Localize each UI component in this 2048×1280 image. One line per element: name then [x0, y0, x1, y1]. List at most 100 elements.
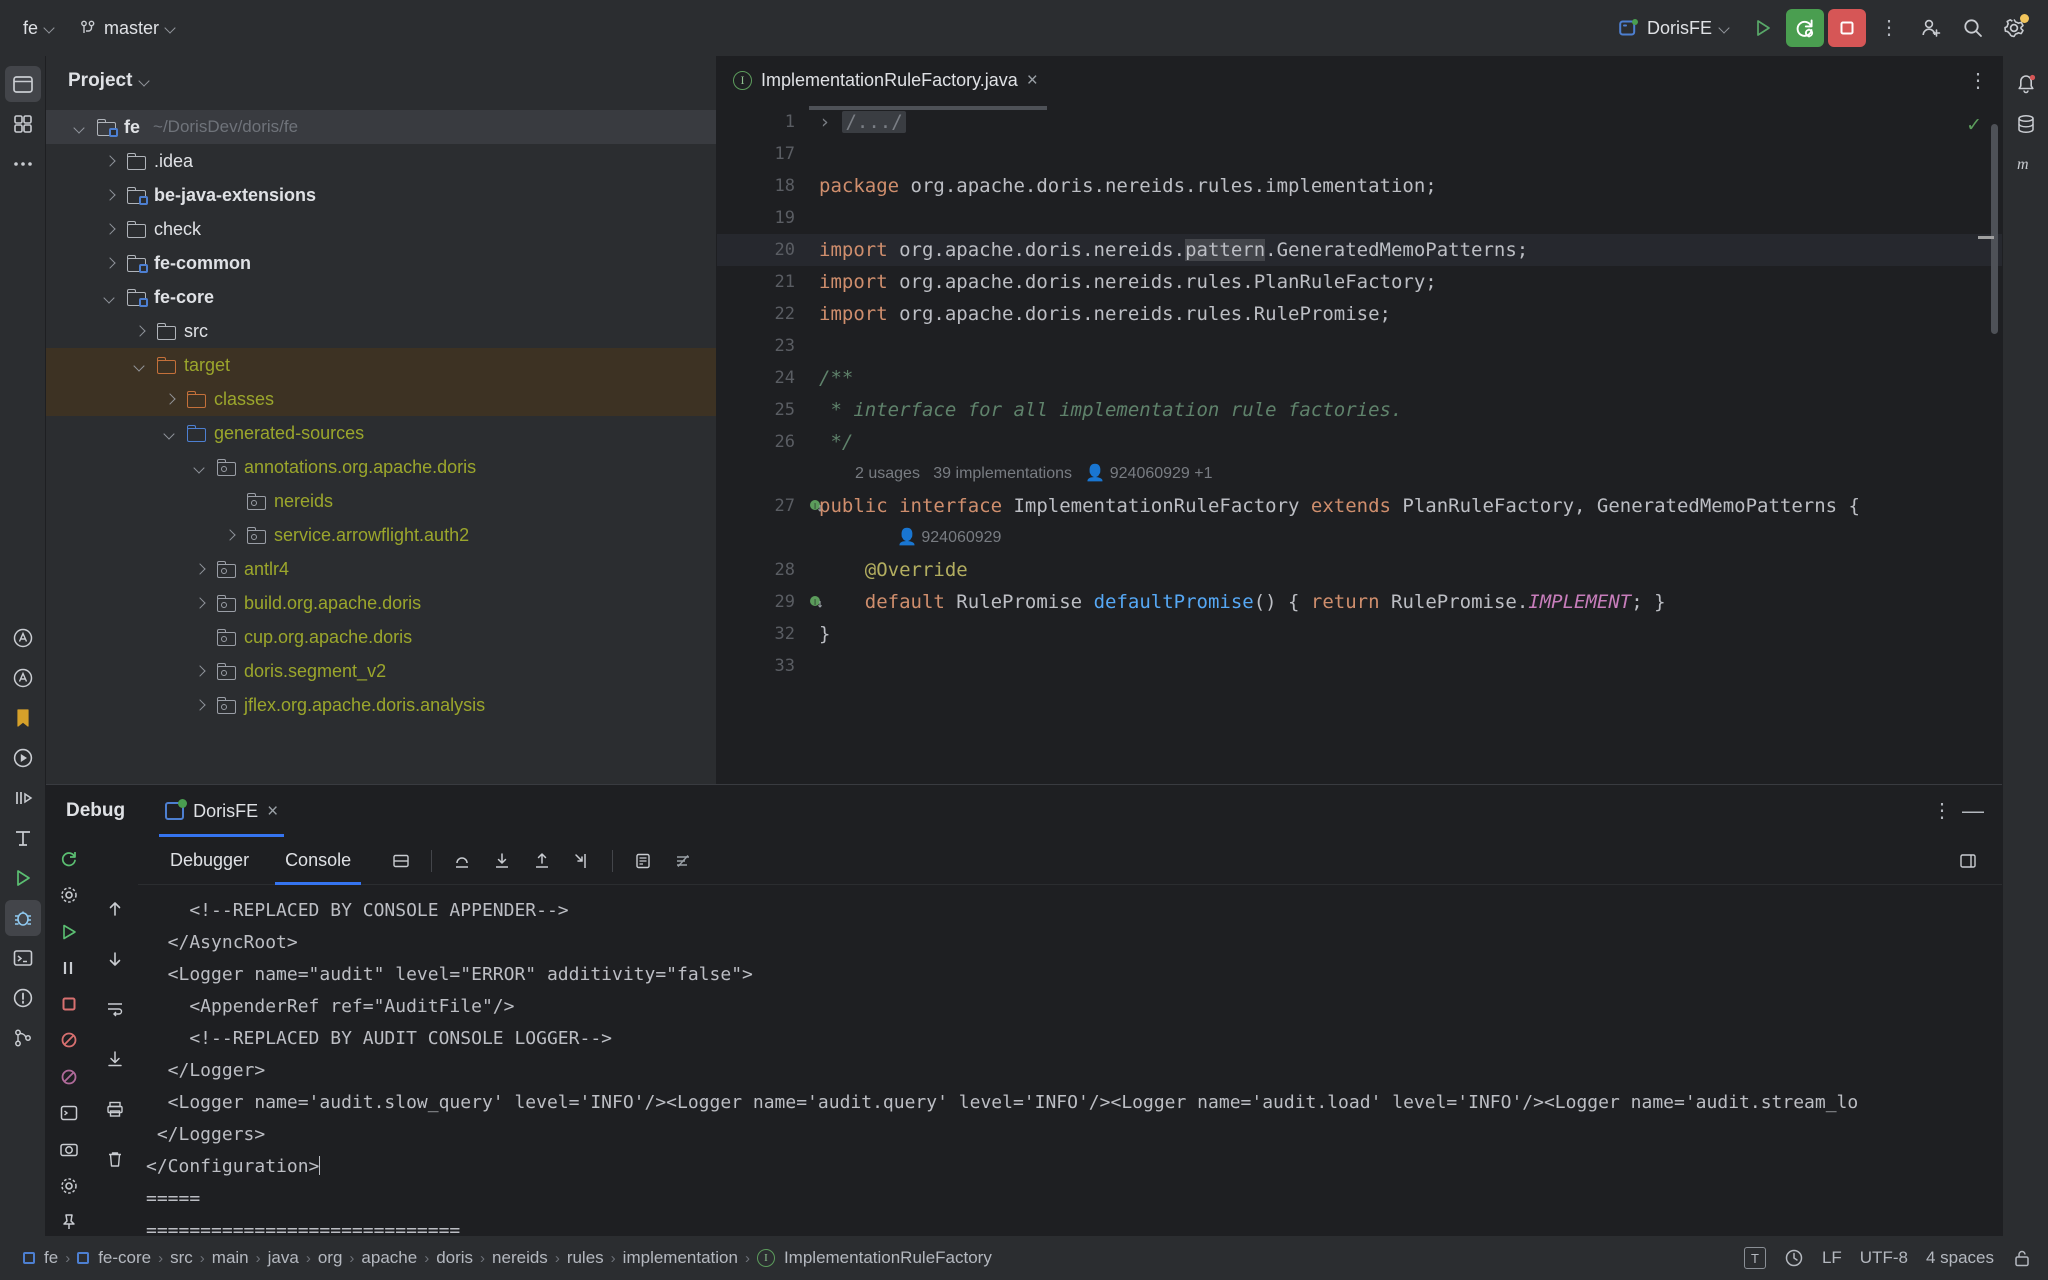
- code-line[interactable]: [809, 650, 2002, 682]
- scroll-to-end-button[interactable]: [97, 1041, 133, 1077]
- line-number[interactable]: 29 I: [717, 586, 822, 618]
- line-number-gutter[interactable]: 1 17 18 19 20 21 22 23 24 25 26 27 I 28 29 I 32 33: [717, 106, 822, 784]
- line-number[interactable]: 1: [717, 106, 809, 138]
- implementations-hint[interactable]: 39 implementations: [933, 465, 1072, 482]
- sync-icon[interactable]: [1784, 1248, 1804, 1268]
- console-output[interactable]: <!--REPLACED BY CONSOLE APPENDER--> </As…: [138, 885, 2002, 1236]
- code-line[interactable]: [809, 202, 2002, 234]
- code-viewport[interactable]: 1 17 18 19 20 21 22 23 24 25 26 27 I 28 29 I 32 33 › /.../…: [717, 106, 2002, 784]
- tree-node-be-java-extensions[interactable]: be-java-extensions: [46, 178, 716, 212]
- sidebar-item-git[interactable]: [5, 1020, 41, 1056]
- code-line[interactable]: import org.apache.doris.nereids.pattern.…: [809, 234, 2002, 266]
- debug-settings2-button[interactable]: [51, 1171, 87, 1199]
- more-vertical-icon[interactable]: ⋮: [1968, 71, 1988, 91]
- stop-button[interactable]: [1828, 9, 1866, 47]
- sidebar-item-commit[interactable]: [5, 106, 41, 142]
- sidebar-item-run-tool[interactable]: [5, 860, 41, 896]
- indent-label[interactable]: 4 spaces: [1926, 1248, 1994, 1268]
- project-switcher[interactable]: fe: [14, 13, 64, 44]
- breadcrumb-item-src[interactable]: src: [163, 1248, 200, 1268]
- breadcrumb-item-org[interactable]: org: [311, 1248, 350, 1268]
- more-actions-button[interactable]: ⋮: [1870, 9, 1908, 47]
- add-user-button[interactable]: [1912, 9, 1950, 47]
- tree-node-annotations-org-apache-doris[interactable]: annotations.org.apache.doris: [46, 450, 716, 484]
- code-vision-hint[interactable]: 2 usages 39 implementations 👤 924060929 …: [809, 458, 2002, 490]
- debug-mute-breakpoints-button[interactable]: [51, 1026, 87, 1054]
- sidebar-item-structure[interactable]: [5, 820, 41, 856]
- tab-console[interactable]: Console: [267, 837, 369, 885]
- code-line[interactable]: /**: [809, 362, 2002, 394]
- line-number[interactable]: 19: [717, 202, 809, 234]
- code-line[interactable]: import org.apache.doris.nereids.rules.Pl…: [809, 266, 2002, 298]
- line-number[interactable]: 28: [717, 554, 809, 586]
- code-text[interactable]: › /.../ package org.apache.doris.nereids.r…: [809, 106, 2002, 784]
- breadcrumb-item-java[interactable]: java: [261, 1248, 306, 1268]
- tab-debugger[interactable]: Debugger: [152, 837, 267, 885]
- tree-node-cup-org-apache-doris[interactable]: cup.org.apache.doris: [46, 620, 716, 654]
- breadcrumb-item-implementation[interactable]: implementation: [616, 1248, 745, 1268]
- tree-node-fe[interactable]: fe ~/DorisDev/doris/fe: [46, 110, 716, 144]
- minimize-icon[interactable]: —: [1962, 800, 1984, 822]
- split-console-button[interactable]: [1950, 843, 1986, 879]
- close-icon[interactable]: ×: [267, 802, 278, 821]
- scroll-up-button[interactable]: [97, 891, 133, 927]
- line-number[interactable]: 32: [717, 618, 809, 650]
- sidebar-item-bookmarks[interactable]: [5, 700, 41, 736]
- line-number[interactable]: 20: [717, 234, 809, 266]
- line-number[interactable]: 26: [717, 426, 809, 458]
- code-line[interactable]: default RulePromise defaultPromise() { r…: [809, 586, 2002, 618]
- step-into-icon[interactable]: [484, 843, 520, 879]
- sidebar-item-ai-assistant[interactable]: [5, 620, 41, 656]
- sidebar-item-ai-chat[interactable]: [5, 660, 41, 696]
- editor-tab[interactable]: I ImplementationRuleFactory.java ×: [717, 56, 1054, 106]
- fold-arrow-icon[interactable]: ›: [819, 111, 830, 133]
- vertical-scrollbar[interactable]: [1991, 124, 1998, 334]
- code-vision-hint[interactable]: 👤 924060929: [809, 522, 2002, 554]
- code-line[interactable]: [809, 330, 2002, 362]
- rerun-debug-button[interactable]: [1786, 9, 1824, 47]
- sidebar-item-project[interactable]: [4, 66, 41, 102]
- sidebar-item-more-tool-windows[interactable]: [5, 146, 41, 182]
- author-hint[interactable]: 👤 924060929: [897, 529, 1001, 546]
- line-number[interactable]: 25: [717, 394, 809, 426]
- error-stripe-mark[interactable]: [1978, 236, 1994, 239]
- line-number[interactable]: 23: [717, 330, 809, 362]
- tree-node-nereids[interactable]: nereids: [46, 484, 716, 518]
- debug-settings-button[interactable]: [51, 881, 87, 909]
- breadcrumb-item-main[interactable]: main: [205, 1248, 256, 1268]
- debug-view-breakpoints-button[interactable]: [51, 1063, 87, 1091]
- maven-icon[interactable]: m: [2008, 146, 2044, 182]
- sidebar-item-step[interactable]: [5, 780, 41, 816]
- line-number[interactable]: 22: [717, 298, 809, 330]
- step-out-icon[interactable]: [524, 843, 560, 879]
- encoding-label[interactable]: UTF-8: [1860, 1248, 1908, 1268]
- author-hint[interactable]: 👤 924060929 +1: [1085, 465, 1212, 482]
- close-icon[interactable]: ×: [1027, 71, 1038, 90]
- chevron-down-icon[interactable]: [140, 76, 150, 86]
- breadcrumb-item-fe[interactable]: fe: [16, 1248, 65, 1268]
- tree-node-fe-core[interactable]: fe-core: [46, 280, 716, 314]
- folded-region[interactable]: /.../: [842, 111, 906, 133]
- breadcrumb-item-rules[interactable]: rules: [560, 1248, 611, 1268]
- run-configuration-selector[interactable]: DorisFE: [1609, 13, 1740, 44]
- code-line[interactable]: package org.apache.doris.nereids.rules.i…: [809, 170, 2002, 202]
- code-line[interactable]: }: [809, 618, 2002, 650]
- code-line[interactable]: @Override: [809, 554, 2002, 586]
- database-icon[interactable]: [2008, 106, 2044, 142]
- tree-node-service-arrowflight-auth2[interactable]: service.arrowflight.auth2: [46, 518, 716, 552]
- debug-pause-button[interactable]: [51, 954, 87, 982]
- settings-button[interactable]: [1996, 9, 2034, 47]
- sidebar-item-run[interactable]: [5, 740, 41, 776]
- tree-node--idea[interactable]: .idea: [46, 144, 716, 178]
- usages-hint[interactable]: 2 usages: [855, 465, 920, 482]
- sidebar-item-terminal[interactable]: [5, 940, 41, 976]
- tree-node-src[interactable]: src: [46, 314, 716, 348]
- soft-wrap-icon[interactable]: [383, 843, 419, 879]
- debug-session-tab[interactable]: DorisFE ×: [149, 785, 294, 837]
- breadcrumb-item-doris[interactable]: doris: [429, 1248, 480, 1268]
- tree-node-check[interactable]: check: [46, 212, 716, 246]
- tree-node-target[interactable]: target: [46, 348, 716, 382]
- debug-pin-button[interactable]: [51, 1208, 87, 1236]
- line-number[interactable]: 33: [717, 650, 809, 682]
- debug-console-terminal-button[interactable]: [51, 1099, 87, 1127]
